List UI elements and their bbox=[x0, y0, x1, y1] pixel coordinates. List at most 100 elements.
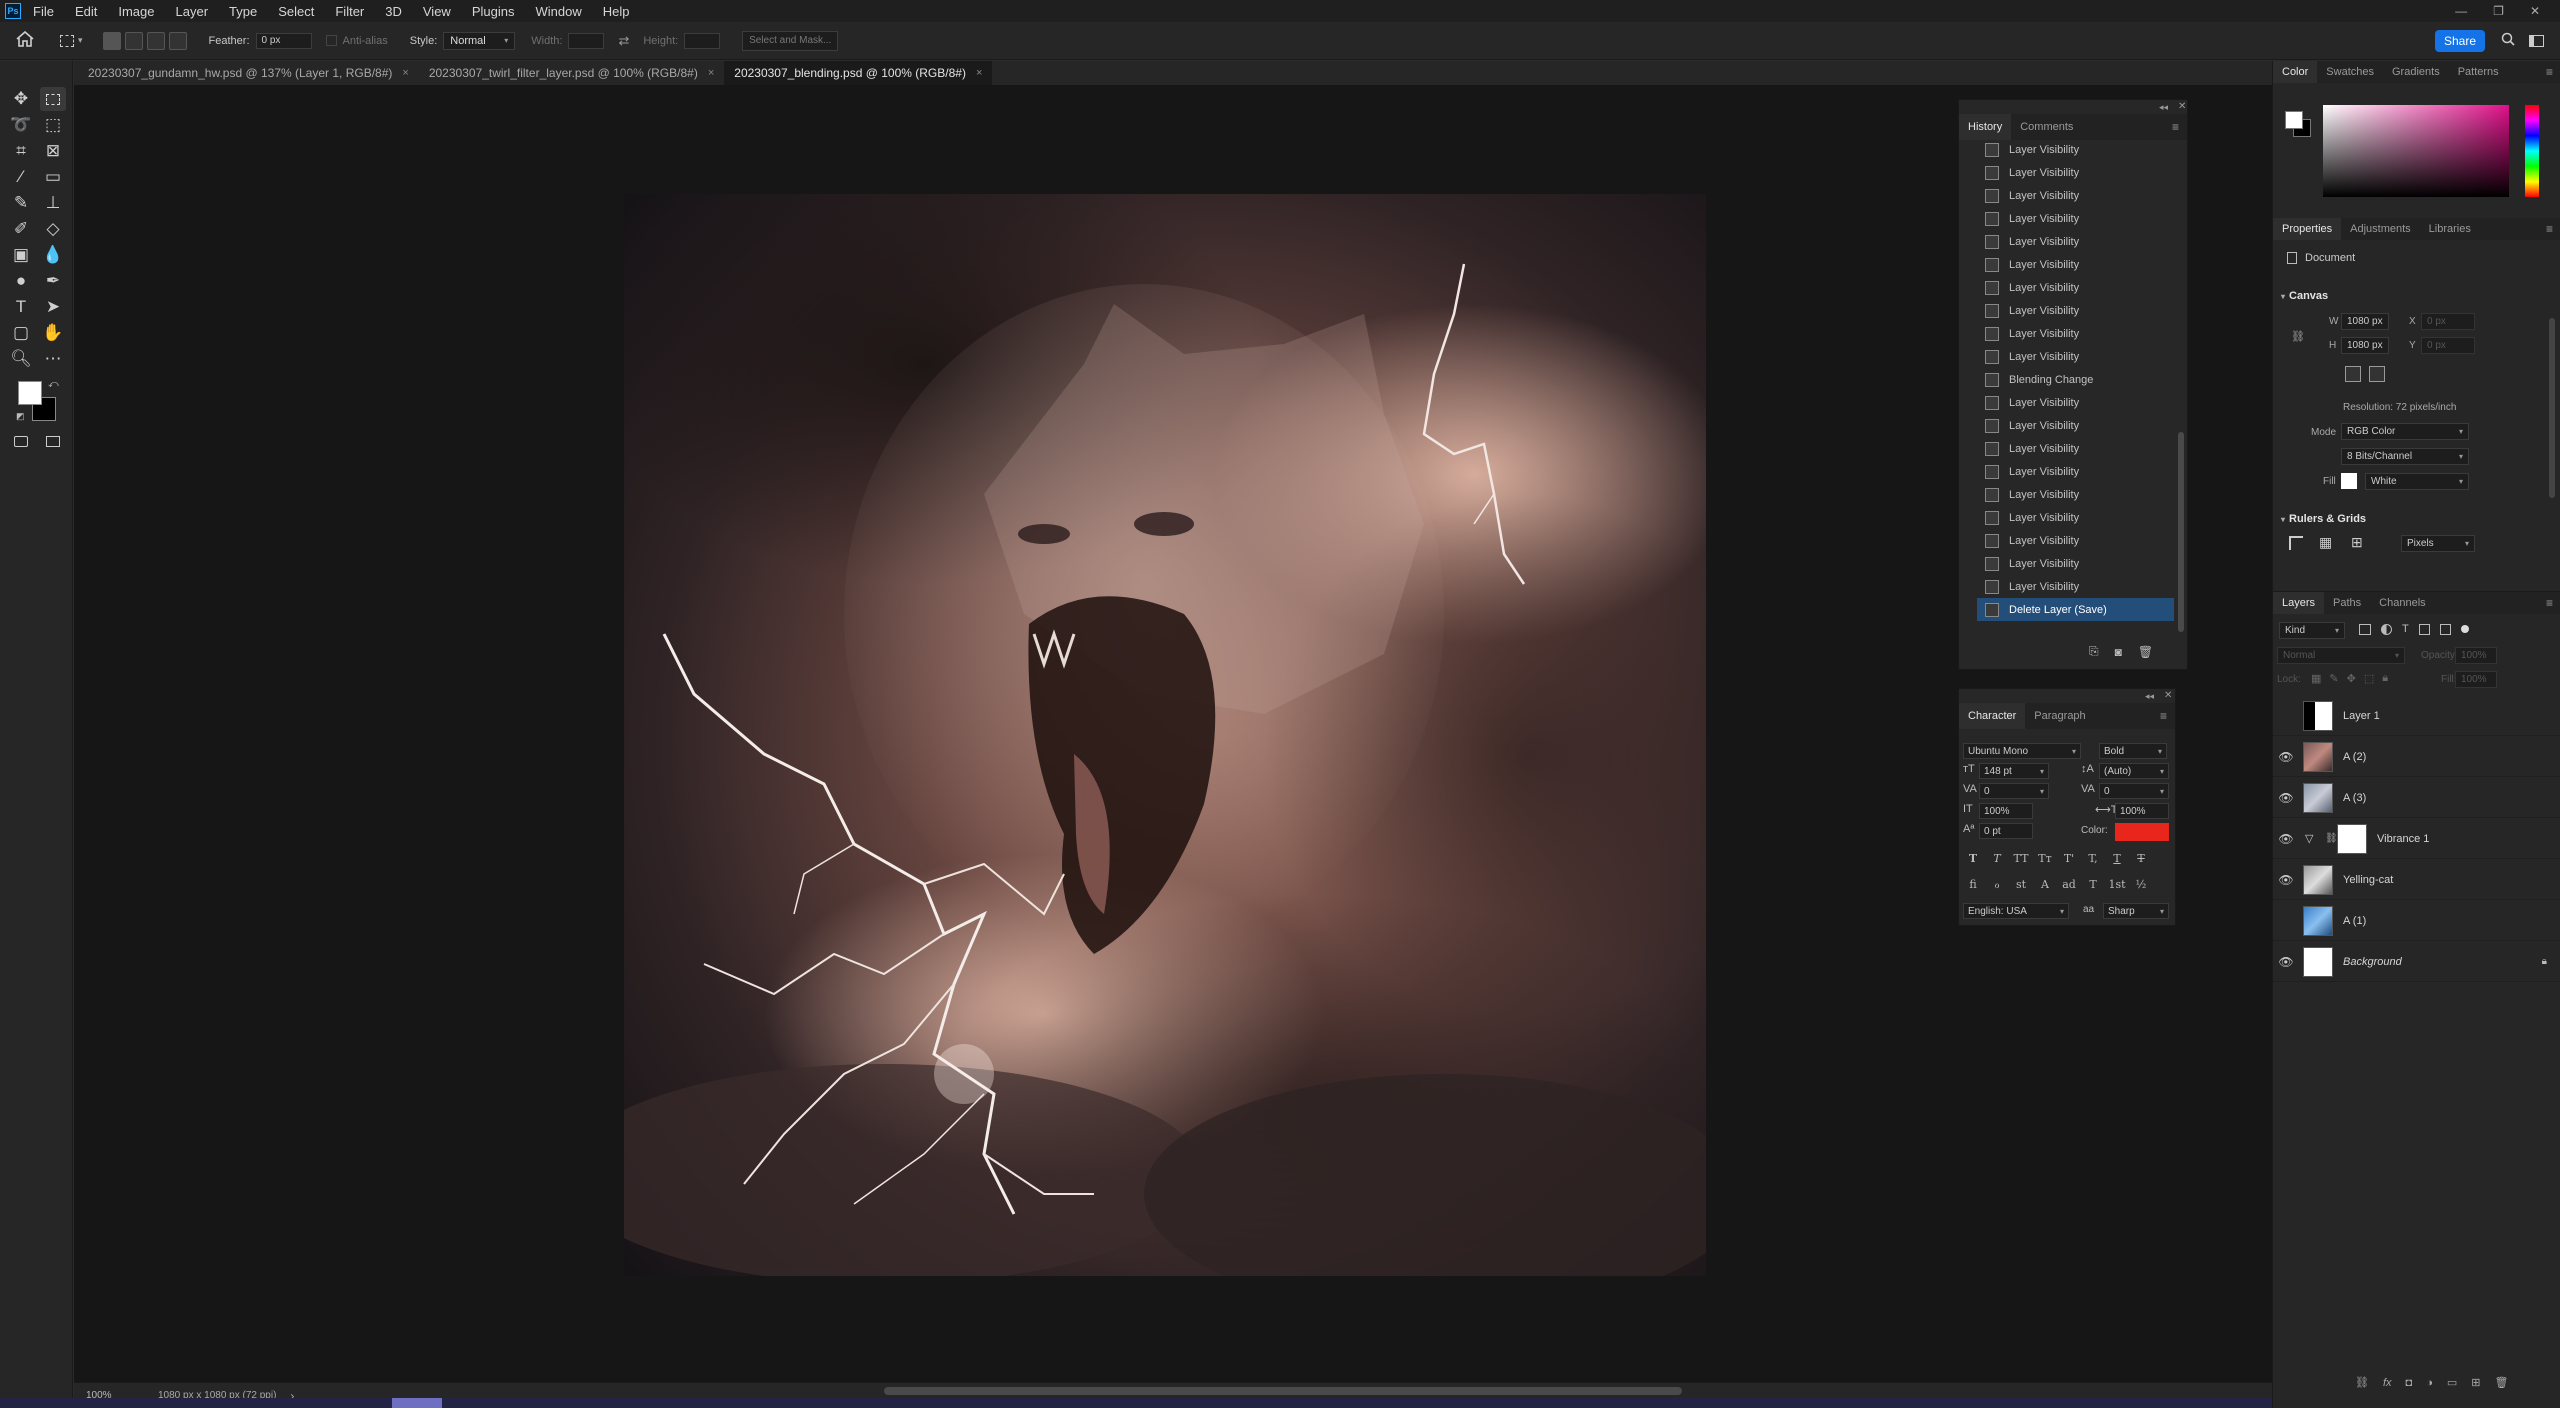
menu-3d[interactable]: 3D bbox=[385, 4, 402, 19]
history-item[interactable]: Layer Visibility bbox=[1985, 322, 2174, 345]
small-caps-button[interactable]: Tт bbox=[2035, 849, 2055, 867]
fill-select[interactable]: White ▾ bbox=[2365, 473, 2469, 490]
dodge-tool-icon[interactable]: ● bbox=[8, 269, 34, 293]
snapshot-icon[interactable]: ◙ bbox=[2115, 645, 2122, 659]
properties-scrollbar[interactable] bbox=[2549, 318, 2555, 498]
layer-name[interactable]: A (3) bbox=[2343, 792, 2366, 804]
history-brush-tool-icon[interactable]: ✐ bbox=[8, 217, 34, 241]
strikethrough-button[interactable]: T bbox=[2131, 849, 2151, 867]
history-item[interactable]: Layer Visibility bbox=[1985, 184, 2174, 207]
ligatures-button[interactable]: fi bbox=[1963, 875, 1983, 893]
faux-italic-button[interactable]: T bbox=[1987, 849, 2007, 867]
lock-position-icon[interactable]: ✥ bbox=[2347, 672, 2356, 685]
new-layer-icon[interactable]: ⊞ bbox=[2471, 1376, 2480, 1389]
panel-menu-icon[interactable]: ≡ bbox=[2546, 65, 2553, 79]
tab-gundamn-hw[interactable]: 20230307_gundamn_hw.psd @ 137% (Layer 1,… bbox=[78, 61, 419, 85]
history-scrollbar[interactable] bbox=[2177, 142, 2185, 642]
menu-window[interactable]: Window bbox=[535, 4, 581, 19]
landscape-orientation-icon[interactable] bbox=[2369, 366, 2385, 382]
stamp-tool-icon[interactable]: ⊥ bbox=[40, 191, 66, 215]
subtract-selection-button[interactable] bbox=[146, 31, 165, 50]
menu-filter[interactable]: Filter bbox=[335, 4, 364, 19]
menu-plugins[interactable]: Plugins bbox=[472, 4, 515, 19]
layer-name[interactable]: Layer 1 bbox=[2343, 710, 2380, 722]
style-select[interactable]: Normal ▾ bbox=[443, 31, 516, 50]
brush-tool-icon[interactable]: ✎ bbox=[8, 191, 34, 215]
titling-alternates-button[interactable]: T bbox=[2083, 875, 2103, 893]
document-canvas[interactable] bbox=[624, 194, 1706, 1276]
layer-row[interactable]: A (1) bbox=[2273, 901, 2560, 941]
new-document-from-state-icon[interactable]: ⎘ bbox=[2089, 644, 2099, 659]
shape-filter-icon[interactable] bbox=[2418, 623, 2430, 635]
layer-row[interactable]: 👁︎ A (2) bbox=[2273, 737, 2560, 777]
layer-row[interactable]: Layer 1 bbox=[2273, 696, 2560, 736]
menu-type[interactable]: Type bbox=[229, 4, 257, 19]
close-tab-icon[interactable]: × bbox=[976, 67, 982, 79]
intersect-selection-button[interactable] bbox=[168, 31, 187, 50]
collapse-panel-icon[interactable]: ◂◂ bbox=[2159, 102, 2168, 113]
text-color-swatch[interactable] bbox=[2115, 823, 2169, 841]
ruler-tool-icon[interactable]: ▭ bbox=[40, 165, 66, 189]
tab-blending[interactable]: 20230307_blending.psd @ 100% (RGB/8#) × bbox=[724, 61, 993, 85]
history-item[interactable]: Layer Visibility bbox=[1985, 391, 2174, 414]
menu-help[interactable]: Help bbox=[603, 4, 630, 19]
add-mask-icon[interactable]: ◘ bbox=[2406, 1377, 2413, 1389]
blur-tool-icon[interactable]: 💧 bbox=[40, 243, 66, 267]
link-dimensions-icon[interactable]: ⛓ bbox=[2291, 330, 2305, 343]
history-item[interactable]: Layer Visibility bbox=[1985, 483, 2174, 506]
zoom-tool-icon[interactable]: 🔍︎ bbox=[8, 347, 34, 371]
layer-row[interactable]: 👁︎ Yelling-cat bbox=[2273, 860, 2560, 900]
font-size-input[interactable]: 148 pt ▾ bbox=[1979, 763, 2049, 779]
eraser-tool-icon[interactable]: ◇ bbox=[40, 217, 66, 241]
old-style-button[interactable]: ℴ bbox=[1987, 875, 2007, 893]
ruler-units-select[interactable]: Pixels ▾ bbox=[2401, 535, 2475, 552]
close-panel-icon[interactable]: ✕ bbox=[2164, 690, 2172, 701]
gradient-tool-icon[interactable]: ▣ bbox=[8, 243, 34, 267]
frame-tool-icon[interactable]: ⊠ bbox=[40, 139, 66, 163]
feather-input[interactable]: 0 px bbox=[255, 32, 312, 49]
language-select[interactable]: English: USA ▾ bbox=[1963, 903, 2069, 919]
lasso-tool-icon[interactable]: ➰ bbox=[8, 113, 34, 137]
canvas-y-input[interactable]: 0 px bbox=[2421, 337, 2475, 354]
add-selection-button[interactable] bbox=[124, 31, 143, 50]
lock-all-icon[interactable]: 🔒︎ bbox=[2382, 672, 2388, 685]
foreground-color-swatch[interactable] bbox=[18, 381, 42, 405]
bit-depth-select[interactable]: 8 Bits/Channel ▾ bbox=[2341, 448, 2469, 465]
font-style-select[interactable]: Bold ▾ bbox=[2099, 743, 2167, 759]
panel-menu-icon[interactable]: ≡ bbox=[2546, 596, 2553, 610]
horizontal-scale-input[interactable]: 100% bbox=[2115, 803, 2169, 819]
filter-toggle-icon[interactable] bbox=[2460, 625, 2469, 633]
history-item[interactable]: Layer Visibility bbox=[1985, 142, 2174, 161]
workspace-icon[interactable] bbox=[2529, 34, 2544, 47]
type-filter-icon[interactable]: T bbox=[2402, 623, 2409, 635]
share-button[interactable]: Share bbox=[2435, 29, 2485, 52]
history-item[interactable]: Layer Visibility bbox=[1985, 460, 2174, 483]
restore-button[interactable]: ❐ bbox=[2493, 4, 2504, 18]
panel-menu-icon[interactable]: ≡ bbox=[2172, 120, 2179, 134]
history-item[interactable]: Layer Visibility bbox=[1985, 299, 2174, 322]
horizontal-scrollbar[interactable] bbox=[884, 1387, 1682, 1395]
screen-mode-icon[interactable] bbox=[40, 429, 66, 453]
swap-dimensions-icon[interactable]: ⇄ bbox=[618, 33, 629, 49]
lock-transparency-icon[interactable]: ▦ bbox=[2311, 672, 2321, 685]
collapse-panel-icon[interactable]: ◂◂ bbox=[2145, 691, 2154, 702]
search-icon[interactable] bbox=[2501, 32, 2515, 49]
menu-select[interactable]: Select bbox=[278, 4, 314, 19]
lock-pixels-icon[interactable]: ✎ bbox=[2329, 672, 2338, 685]
eye-icon[interactable]: 👁︎ bbox=[2273, 791, 2299, 805]
tab-patterns[interactable]: Patterns bbox=[2449, 61, 2508, 83]
panel-menu-icon[interactable]: ≡ bbox=[2160, 709, 2167, 723]
history-item[interactable]: Layer Visibility bbox=[1985, 529, 2174, 552]
eye-icon[interactable]: 👁︎ bbox=[2273, 832, 2299, 846]
tab-color[interactable]: Color bbox=[2273, 61, 2318, 83]
history-item[interactable]: Layer Visibility bbox=[1985, 345, 2174, 368]
tab-paragraph[interactable]: Paragraph bbox=[2025, 703, 2094, 729]
canvas-x-input[interactable]: 0 px bbox=[2421, 313, 2475, 330]
move-tool-icon[interactable]: ✥ bbox=[8, 87, 34, 111]
panel-menu-icon[interactable]: ≡ bbox=[2546, 222, 2553, 236]
path-select-tool-icon[interactable]: ➤ bbox=[40, 295, 66, 319]
history-item[interactable]: Layer Visibility bbox=[1985, 575, 2174, 598]
link-layers-icon[interactable]: ⛓ bbox=[2355, 1376, 2369, 1389]
layer-name[interactable]: Yelling-cat bbox=[2343, 874, 2393, 886]
menu-file[interactable]: File bbox=[33, 4, 54, 19]
